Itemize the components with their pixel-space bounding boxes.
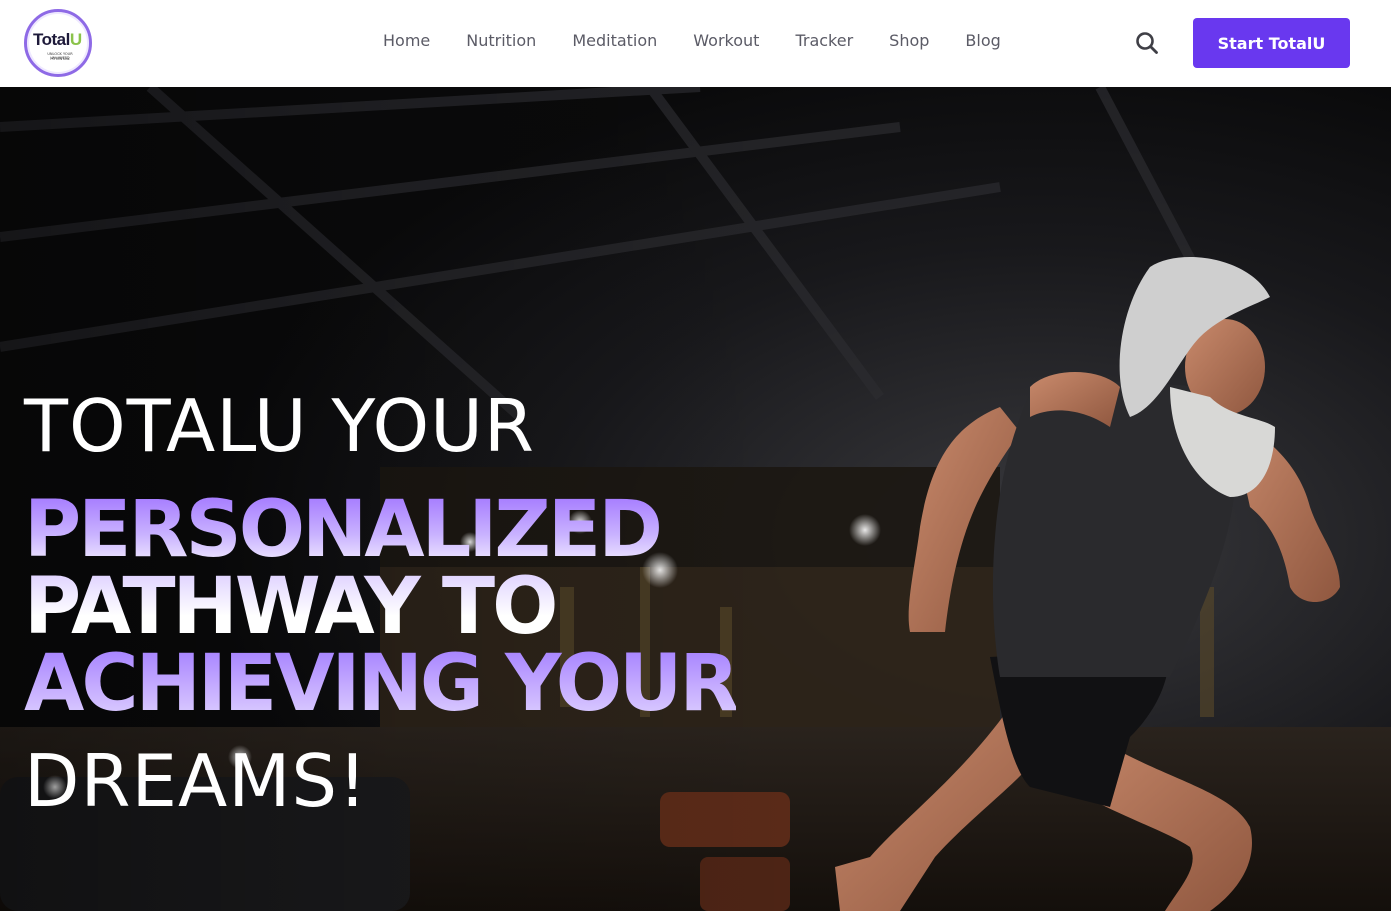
nav-home[interactable]: Home — [383, 31, 430, 50]
nav-nutrition[interactable]: Nutrition — [466, 31, 536, 50]
headline-line-4: ACHIEVING YOUR — [24, 639, 739, 729]
site-header: TotalU UNLOCK YOUR UNLIMITED POTENTIAL H… — [0, 0, 1391, 87]
search-icon[interactable] — [1134, 30, 1160, 56]
headline-line-5: DREAMS! — [24, 739, 368, 823]
headline-line-5-wrap: DREAMS! — [24, 739, 368, 823]
headline-line-4-wrap: ACHIEVING YOUR — [24, 639, 739, 729]
nav-workout[interactable]: Workout — [693, 31, 759, 50]
start-totalu-button[interactable]: Start TotalU — [1193, 18, 1350, 68]
logo-tagline-2: POTENTIAL — [50, 57, 70, 61]
headline-line-1: TOTALU YOUR — [24, 384, 535, 468]
logo-wordmark: TotalU — [33, 30, 82, 49]
nav-meditation[interactable]: Meditation — [572, 31, 657, 50]
main-nav: Home Nutrition Meditation Workout Tracke… — [365, 31, 1019, 50]
totalu-logo[interactable]: TotalU UNLOCK YOUR UNLIMITED POTENTIAL — [24, 9, 92, 77]
nav-blog[interactable]: Blog — [965, 31, 1000, 50]
hero-section: TOTALU YOUR PERSONALIZED PATHWAY TO ACHI… — [0, 87, 1391, 911]
nav-shop[interactable]: Shop — [889, 31, 929, 50]
hero-headline: TOTALU YOUR — [24, 384, 535, 468]
nav-tracker[interactable]: Tracker — [795, 31, 853, 50]
